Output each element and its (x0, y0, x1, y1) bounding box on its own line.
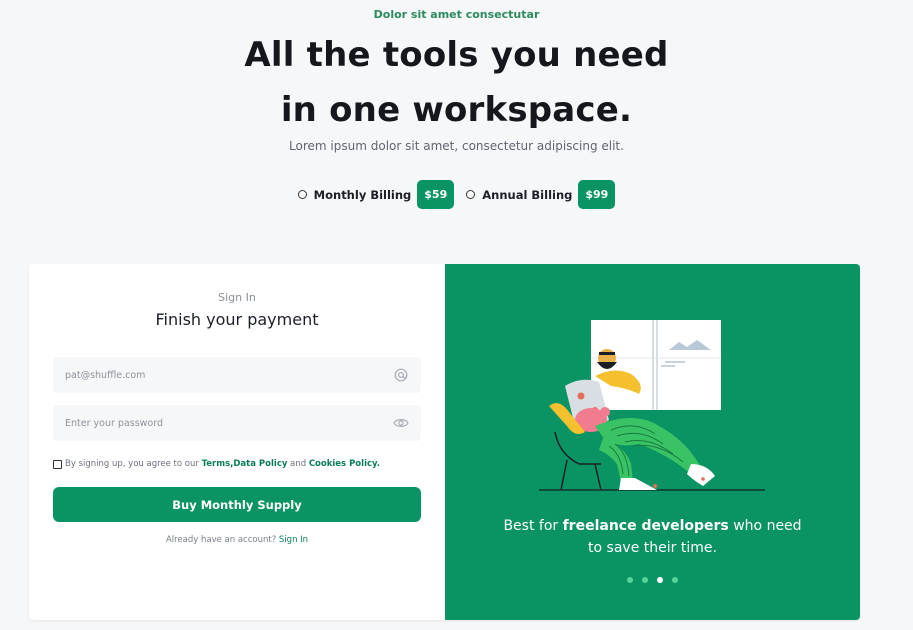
cookies-policy-link[interactable]: Cookies Policy. (309, 459, 380, 469)
carousel-dot-2[interactable] (642, 577, 648, 583)
promo-text: Best for freelance developers who need t… (445, 515, 860, 559)
monthly-billing-radio[interactable] (297, 190, 307, 199)
promo-panel: Best for freelance developers who need t… (445, 264, 860, 620)
carousel-dot-1[interactable] (627, 577, 633, 583)
subtitle: Lorem ipsum dolor sit amet, consectetur … (289, 139, 624, 153)
carousel-dots (445, 577, 860, 583)
payment-form: Sign In Finish your payment pat@shuffle.… (29, 264, 445, 620)
title-line-1: All the tools you need (244, 35, 669, 75)
form-title: Finish your payment (155, 310, 319, 329)
terms-checkbox[interactable] (53, 459, 62, 469)
terms-and: and (290, 459, 307, 469)
data-policy-link[interactable]: Data Policy (233, 459, 287, 469)
promo-suffix: who need (733, 518, 802, 534)
annual-billing-option[interactable]: Annual Billing $99 (466, 180, 616, 209)
already-text: Already have an account? (165, 535, 277, 545)
sign-in-prompt: Already have an account? Sign In (29, 535, 445, 545)
annual-billing-label: Annual Billing (482, 187, 573, 202)
promo-prefix: Best for (503, 518, 559, 534)
carousel-dot-4[interactable] (672, 577, 678, 583)
eyebrow-text: Dolor sit amet consectutar (373, 8, 540, 21)
terms-prefix: By signing up, you agree to our (65, 459, 199, 469)
eye-icon[interactable] (393, 415, 409, 431)
page-title: All the tools you need in one workspace. (0, 28, 913, 138)
promo-line-1: Best for freelance developers who need (445, 515, 860, 537)
payment-card: Sign In Finish your payment pat@shuffle.… (29, 264, 860, 620)
annual-billing-radio[interactable] (466, 190, 476, 199)
promo-line-2: to save their time. (588, 540, 717, 556)
carousel-dot-3[interactable] (657, 577, 663, 583)
billing-options: Monthly Billing $59 Annual Billing $99 (0, 180, 913, 209)
form-eyebrow: Sign In (218, 291, 256, 304)
freelancer-illustration (539, 320, 765, 491)
at-icon (393, 367, 409, 383)
monthly-billing-label: Monthly Billing (313, 187, 412, 202)
monthly-price-badge: $59 (417, 180, 455, 209)
password-input[interactable] (65, 417, 393, 429)
annual-price-badge: $99 (578, 180, 616, 209)
email-input[interactable] (65, 369, 393, 381)
sign-in-link[interactable]: Sign In (279, 535, 308, 545)
title-line-2: in one workspace. (280, 90, 633, 130)
terms-link[interactable]: Terms, (202, 459, 234, 469)
password-field[interactable] (53, 405, 421, 441)
monthly-billing-option[interactable]: Monthly Billing $59 (297, 180, 455, 209)
terms-agreement: By signing up, you agree to our Terms, Da… (53, 459, 433, 469)
buy-monthly-supply-button[interactable]: Buy Monthly Supply (53, 487, 421, 522)
promo-highlight: freelance developers (562, 518, 729, 534)
email-field[interactable] (53, 357, 421, 393)
